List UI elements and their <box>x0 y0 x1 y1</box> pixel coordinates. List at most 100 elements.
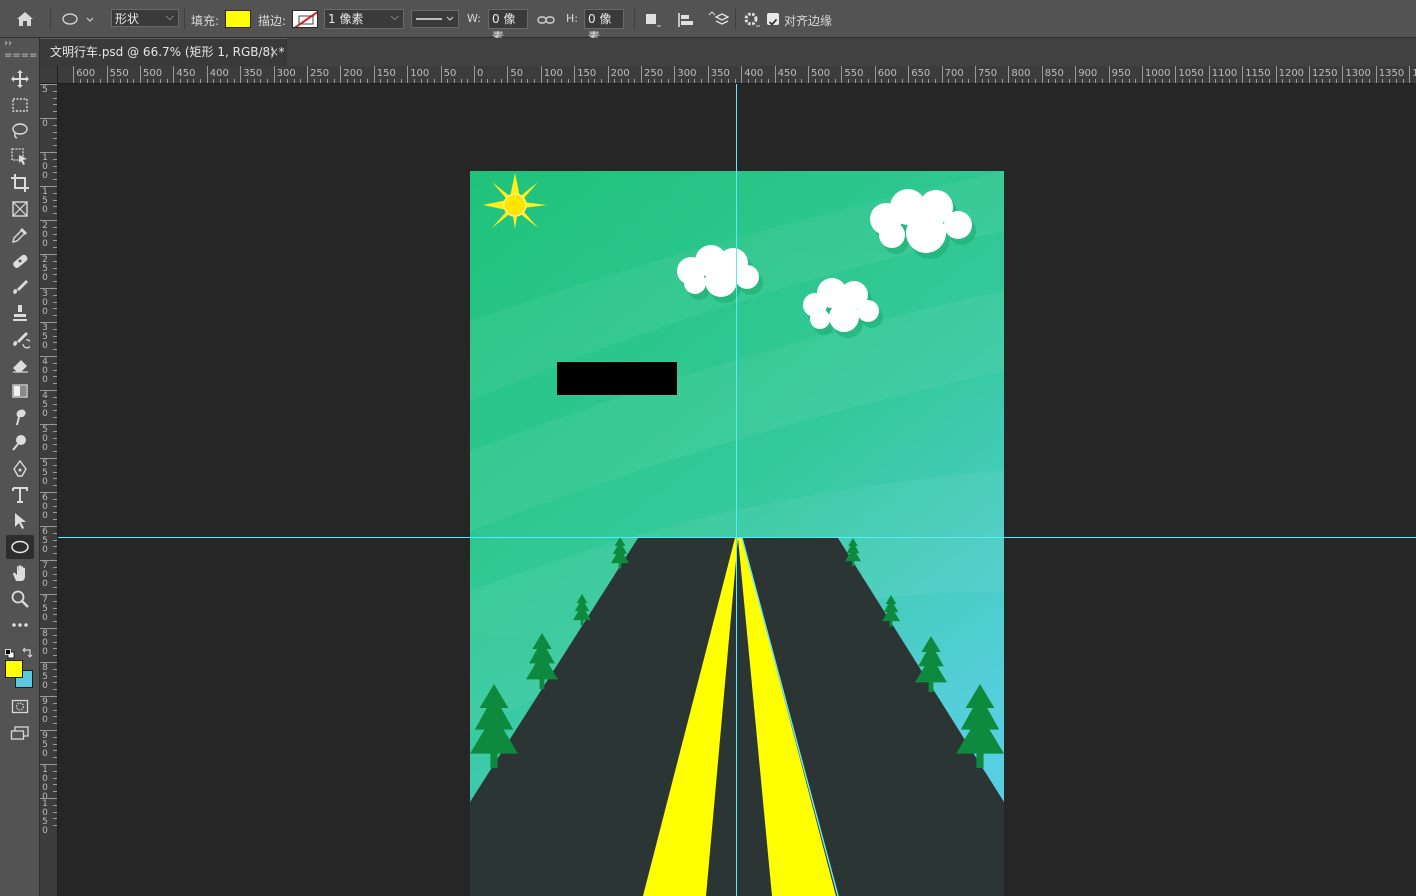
swap-colors-button[interactable] <box>22 643 34 658</box>
ruler-minor-tick <box>387 79 389 83</box>
screen-mode-button[interactable] <box>6 722 34 744</box>
ruler-label: 4 0 0 <box>42 357 48 385</box>
ruler-minor-tick <box>93 79 95 83</box>
ruler-minor-tick <box>654 79 656 83</box>
close-tab-button[interactable]: × <box>269 39 279 65</box>
panel-collapse-button[interactable]: ›› ==== <box>0 38 40 61</box>
clone-stamp-tool-button[interactable] <box>6 301 34 325</box>
pen-tool-button[interactable] <box>6 457 34 481</box>
stroke-color-swatch[interactable] <box>292 10 318 28</box>
horizontal-guide[interactable] <box>58 537 1416 538</box>
align-edges-label: 对齐边缘 <box>784 14 833 28</box>
ruler-minor-tick <box>534 79 536 83</box>
crop-tool-button[interactable] <box>6 171 34 195</box>
dodge-tool-button[interactable] <box>6 431 34 455</box>
eyedropper-tool-button[interactable] <box>6 223 34 247</box>
document-tab[interactable]: 文明行车.psd @ 66.7% (矩形 1, RGB/8) * × <box>40 38 287 66</box>
ruler-label: 800 <box>1011 68 1031 79</box>
brush-tool-button[interactable] <box>6 275 34 299</box>
more-tools-button[interactable] <box>6 613 34 637</box>
path-operations-button[interactable] <box>644 11 662 29</box>
ruler-minor-tick <box>460 79 462 83</box>
type-tool-button[interactable] <box>6 483 34 507</box>
ruler-minor-tick <box>53 512 57 514</box>
smudge-tool-button[interactable] <box>6 405 34 429</box>
rectangle-layer[interactable] <box>557 362 677 395</box>
ruler-minor-tick <box>754 79 756 83</box>
ruler-minor-tick <box>53 376 57 378</box>
ruler-minor-tick <box>53 519 57 521</box>
ruler-minor-tick <box>166 79 168 83</box>
width-field[interactable]: 0 像素 <box>488 9 528 44</box>
ruler-minor-tick <box>1362 79 1364 83</box>
ruler-tick <box>1041 66 1043 83</box>
marquee-tool-button[interactable] <box>6 93 34 117</box>
ruler-label: 350 <box>243 68 263 79</box>
ruler-minor-tick <box>687 79 689 83</box>
align-edges-checkbox[interactable] <box>767 13 779 26</box>
mode-select[interactable]: 形状 <box>111 8 179 27</box>
vertical-ruler[interactable]: 5 0 1 0 0 1 5 0 2 0 0 2 5 0 3 0 0 3 5 0 4 0 0 4 5… <box>40 84 58 896</box>
ruler-label: 300 <box>677 68 697 79</box>
path-select-tool-button[interactable] <box>6 509 34 533</box>
stroke-type-icon <box>416 16 454 21</box>
height-field[interactable]: 0 像素 <box>584 9 624 44</box>
fill-color-swatch[interactable] <box>225 10 251 28</box>
ruler-minor-tick <box>327 79 329 83</box>
ruler-minor-tick <box>53 587 57 589</box>
vertical-guide[interactable] <box>736 84 737 896</box>
foreground-color-swatch[interactable] <box>5 660 23 678</box>
ruler-label: 600 <box>877 68 897 79</box>
ruler-minor-tick <box>794 79 796 83</box>
tool-preset-picker[interactable] <box>60 11 98 29</box>
path-alignment-button[interactable] <box>676 11 696 29</box>
quick-mask-button[interactable] <box>6 697 34 717</box>
link-dimensions-button[interactable] <box>537 12 555 26</box>
ruler-minor-tick <box>53 566 57 568</box>
ruler-minor-tick <box>620 79 622 83</box>
settings-button[interactable] <box>742 10 762 30</box>
ruler-label: 700 <box>944 68 964 79</box>
ruler-minor-tick <box>614 79 616 83</box>
ruler-label: 750 <box>978 68 998 79</box>
object-select-tool-button[interactable] <box>6 145 34 169</box>
move-tool-button[interactable] <box>6 67 34 91</box>
ruler-label: 9 0 0 <box>42 697 48 725</box>
ruler-minor-tick <box>280 79 282 83</box>
healing-brush-tool-button[interactable] <box>6 249 34 273</box>
ruler-minor-tick <box>380 79 382 83</box>
ruler-minor-tick <box>1095 79 1097 83</box>
ruler-tick <box>240 66 242 83</box>
ruler-origin[interactable] <box>40 66 58 84</box>
ruler-minor-tick <box>53 179 57 181</box>
ruler-minor-tick <box>888 79 890 83</box>
ruler-minor-tick <box>53 97 57 99</box>
document-canvas[interactable] <box>470 171 1004 896</box>
history-brush-tool-button[interactable] <box>6 327 34 351</box>
default-colors-button[interactable] <box>5 644 15 659</box>
canvas-area[interactable] <box>58 84 1416 896</box>
horizontal-ruler[interactable]: 600 550 500 450 400 350 300 250 200 150 100 50 0 50 10… <box>58 66 1416 84</box>
home-button[interactable] <box>14 9 40 31</box>
ruler-minor-tick <box>200 79 202 83</box>
path-arrangement-button[interactable] <box>707 9 730 29</box>
ruler-minor-tick <box>53 274 57 276</box>
lasso-tool-button[interactable] <box>6 119 34 143</box>
ruler-minor-tick <box>1182 79 1184 83</box>
ruler-label: 0 <box>42 119 48 129</box>
ruler-tick <box>1375 66 1377 83</box>
ruler-minor-tick <box>848 79 850 83</box>
gradient-tool-button[interactable] <box>6 379 34 403</box>
hand-tool-button[interactable] <box>6 561 34 585</box>
frame-tool-button[interactable] <box>6 197 34 221</box>
eraser-tool-button[interactable] <box>6 353 34 377</box>
ruler-label: 300 <box>276 68 296 79</box>
ruler-minor-tick <box>627 79 629 83</box>
stroke-width-field[interactable]: 1 像素 <box>324 8 404 29</box>
ruler-tick <box>40 628 57 629</box>
ellipse-tool-button[interactable] <box>6 535 34 559</box>
stroke-type-picker[interactable] <box>411 10 459 28</box>
ruler-label: 1300 <box>1345 68 1371 79</box>
zoom-tool-button[interactable] <box>6 587 34 611</box>
ruler-label: 600 <box>76 68 96 79</box>
